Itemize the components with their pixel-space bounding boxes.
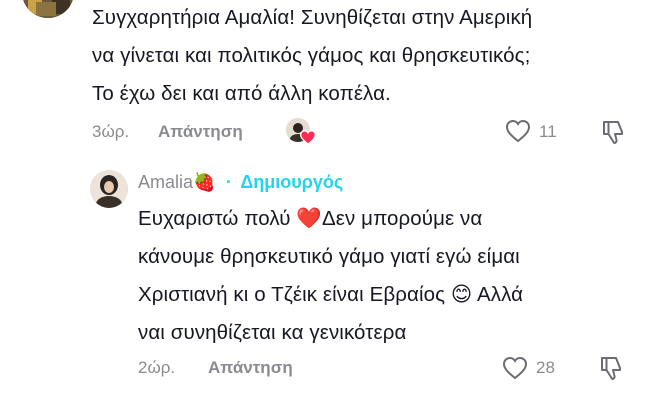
- reply-timestamp: 2ώρ.: [138, 358, 176, 377]
- comment-reply-button[interactable]: Απάντηση: [158, 122, 243, 142]
- thumbs-down-icon[interactable]: [600, 118, 628, 146]
- creator-badge: Δημιουργός: [240, 172, 344, 192]
- liked-by-creator-heart-icon: [300, 130, 316, 145]
- reply-author-separator: ·: [225, 172, 232, 192]
- liked-by-creator-badge: [286, 118, 316, 146]
- reply-text-line: κάνουμε θρησκευτικό γάμο γιατί εγώ είμαι: [138, 245, 520, 268]
- comment-text-line: Το έχω δει και από άλλη κοπέλα.: [92, 82, 391, 105]
- reply-text-line: ναι συνηθίζεται κα γενικότερα: [138, 321, 407, 344]
- reply-text-line: Χριστιανή κι ο Τζέικ είναι Εβραίος 😊 Αλλ…: [138, 283, 524, 306]
- reply-author-name[interactable]: Amalia🍓: [138, 172, 215, 192]
- reply-text-line: Ευχαριστώ πολύ ❤️Δεν μπορούμε να: [138, 207, 483, 230]
- commenter-avatar-image: [22, 0, 74, 18]
- reply-reply-button[interactable]: Απάντηση: [208, 358, 293, 378]
- comment-text-line: Συγχαρητήρια Αμαλία! Συνηθίζεται στην Αμ…: [92, 6, 533, 29]
- commenter-avatar[interactable]: [22, 0, 74, 18]
- heart-outline-icon[interactable]: [505, 119, 531, 143]
- comment-like-count: 11: [539, 122, 557, 141]
- creator-avatar[interactable]: [90, 170, 128, 208]
- comment-timestamp: 3ώρ.: [92, 122, 130, 141]
- reply-like-count: 28: [536, 358, 555, 377]
- creator-avatar-image: [90, 170, 128, 208]
- reply-author-row: Amalia🍓 · Δημιουργός: [138, 172, 343, 193]
- comment-text-line: να γίνεται και πολιτικός γάμος και θρησκ…: [92, 44, 531, 67]
- thumbs-down-icon[interactable]: [598, 354, 626, 382]
- heart-outline-icon[interactable]: [502, 356, 528, 380]
